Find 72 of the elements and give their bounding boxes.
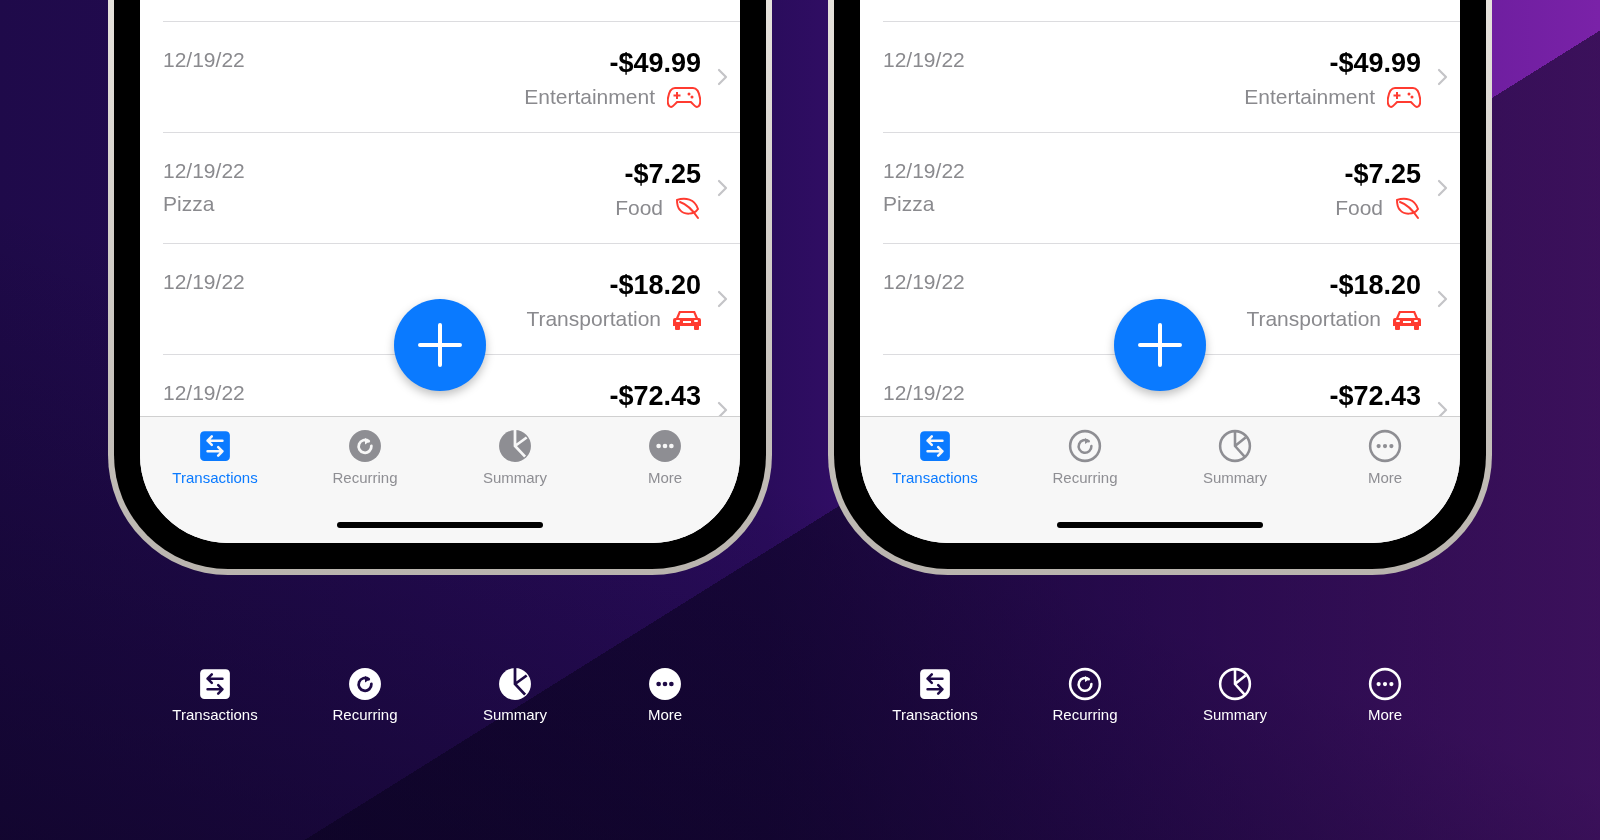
refresh-icon	[348, 667, 382, 701]
more-icon	[648, 429, 682, 463]
legend-label: Transactions	[892, 706, 978, 723]
refresh-icon	[1068, 667, 1102, 701]
tab-item[interactable]: Recurring	[1052, 429, 1118, 486]
tab-item[interactable]: Summary	[482, 429, 548, 486]
tab-item[interactable]: Transactions	[172, 429, 258, 486]
amount-text: -$18.20	[1329, 270, 1421, 301]
legend-label: More	[647, 706, 683, 723]
legend-label: Recurring	[1052, 706, 1118, 723]
category-text: Food	[615, 196, 663, 220]
leaf-icon	[1395, 196, 1421, 220]
amount-text: -$72.43	[609, 381, 701, 412]
legend-label: Recurring	[332, 706, 398, 723]
legend-label: Summary	[1202, 706, 1268, 723]
tab-item[interactable]: Summary	[1202, 429, 1268, 486]
amount-text: -$49.99	[609, 48, 701, 79]
more-icon	[1368, 429, 1402, 463]
gamepad-icon	[1387, 85, 1421, 109]
chevron-icon[interactable]	[717, 401, 728, 416]
note-text: Pizza	[883, 192, 936, 216]
refresh-icon	[1068, 429, 1102, 463]
tab-item[interactable]: Recurring	[332, 429, 398, 486]
date-text: 12/19/22	[163, 159, 246, 183]
date-text: 12/19/22	[163, 381, 246, 405]
chevron-icon[interactable]	[717, 290, 728, 308]
pie-chart-icon	[498, 667, 532, 701]
tab-item[interactable]: More	[1367, 429, 1403, 486]
legend-label: More	[1367, 706, 1403, 723]
tab-item[interactable]: Transactions	[892, 429, 978, 486]
date-text: 12/19/22	[883, 270, 966, 294]
refresh-icon	[348, 429, 382, 463]
amount-text: -$72.43	[1329, 381, 1421, 412]
date-text: 12/19/22	[163, 48, 246, 72]
amount-text: -$49.99	[1329, 48, 1421, 79]
arrows-square-icon	[198, 429, 232, 463]
category-text: Transportation	[526, 307, 661, 331]
legend-label: Transactions	[172, 706, 258, 723]
note-text: Pizza	[163, 192, 216, 216]
chevron-icon[interactable]	[1437, 290, 1448, 308]
date-text: 12/19/22	[883, 381, 966, 405]
amount-text: -$18.20	[609, 270, 701, 301]
category-text: Entertainment	[1244, 85, 1375, 109]
date-text: 12/19/22	[163, 270, 246, 294]
amount-text: -$7.25	[624, 159, 701, 190]
amount-text: -$7.25	[1344, 159, 1421, 190]
date-text: 12/19/22	[883, 48, 966, 72]
category-text: Entertainment	[524, 85, 655, 109]
legend-label: Summary	[482, 706, 548, 723]
more-icon	[1368, 667, 1402, 701]
category-text: Transportation	[1246, 307, 1381, 331]
arrows-square-icon	[918, 667, 952, 701]
chevron-icon[interactable]	[1437, 179, 1448, 197]
category-text: Food	[1335, 196, 1383, 220]
chevron-icon[interactable]	[717, 179, 728, 197]
add-button[interactable]	[1114, 299, 1206, 391]
pie-chart-icon	[1218, 429, 1252, 463]
leaf-icon	[675, 196, 701, 220]
arrows-square-icon	[198, 667, 232, 701]
chevron-icon[interactable]	[1437, 401, 1448, 416]
date-text: 12/19/22	[883, 159, 966, 183]
pie-chart-icon	[1218, 667, 1252, 701]
arrows-square-icon	[918, 429, 952, 463]
tab-item[interactable]: More	[647, 429, 683, 486]
more-icon	[648, 667, 682, 701]
plus-icon	[417, 322, 463, 368]
chevron-icon[interactable]	[1437, 68, 1448, 86]
plus-icon	[1137, 322, 1183, 368]
chevron-icon[interactable]	[717, 68, 728, 86]
add-button[interactable]	[394, 299, 486, 391]
gamepad-icon	[667, 85, 701, 109]
pie-chart-icon	[498, 429, 532, 463]
